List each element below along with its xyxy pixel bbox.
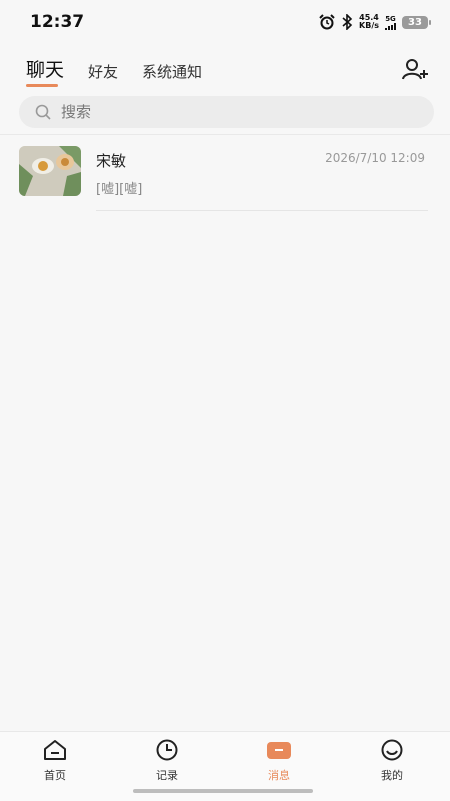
message-icon (267, 742, 291, 759)
signal-indicator: 5G (385, 15, 396, 30)
status-icons: 45.4 KB/s 5G 33 (319, 14, 431, 30)
tab-friends-label: 好友 (88, 63, 119, 81)
tab-friends[interactable]: 好友 (88, 61, 118, 82)
status-bar: 12:37 45.4 KB/s 5G 33 (0, 0, 450, 46)
status-time: 12:37 (30, 12, 85, 32)
signal-bars-icon (385, 22, 396, 30)
nav-messages[interactable]: 消息 (239, 739, 319, 783)
network-type: 5G (385, 14, 396, 23)
tab-chat[interactable]: 聊天 (26, 55, 65, 87)
conversation-time: 2026/7/10 12:09 (325, 151, 425, 165)
nav-home[interactable]: 首页 (15, 739, 95, 783)
nav-records[interactable]: 记录 (127, 739, 207, 783)
conversation-divider (96, 210, 428, 211)
clock-icon (156, 739, 178, 761)
nav-mine[interactable]: 我的 (352, 739, 432, 783)
tab-system-notifications-label: 系统通知 (142, 63, 203, 81)
search-icon (35, 104, 51, 120)
avatar-image (19, 146, 81, 196)
smile-icon (381, 739, 403, 761)
active-tab-indicator (26, 84, 58, 87)
nav-mine-label: 我的 (381, 769, 403, 782)
network-speed: 45.4 KB/s (359, 14, 379, 30)
nav-home-label: 首页 (44, 769, 66, 782)
conversation-preview: [嘘][嘘] (96, 182, 143, 197)
battery-level: 33 (408, 16, 422, 28)
alarm-icon (319, 14, 335, 30)
nav-records-label: 记录 (156, 769, 178, 782)
tab-chat-label: 聊天 (26, 59, 65, 81)
add-user-icon[interactable] (402, 58, 428, 80)
avatar (19, 146, 81, 196)
message-tabs: 聊天 好友 系统通知 (26, 52, 226, 87)
nav-messages-label: 消息 (268, 769, 290, 782)
search-input[interactable] (59, 102, 403, 122)
tab-system-notifications[interactable]: 系统通知 (142, 61, 202, 82)
header-divider (0, 134, 450, 135)
speed-unit: KB/s (359, 21, 379, 30)
search-bar[interactable] (19, 96, 434, 128)
battery-icon: 33 (402, 15, 431, 29)
home-icon (44, 740, 66, 760)
conversation-item[interactable]: 宋敏 2026/7/10 12:09 [嘘][嘘] (19, 146, 431, 212)
home-indicator[interactable] (133, 789, 313, 793)
bluetooth-icon (342, 14, 353, 30)
conversation-name: 宋敏 (96, 152, 127, 170)
